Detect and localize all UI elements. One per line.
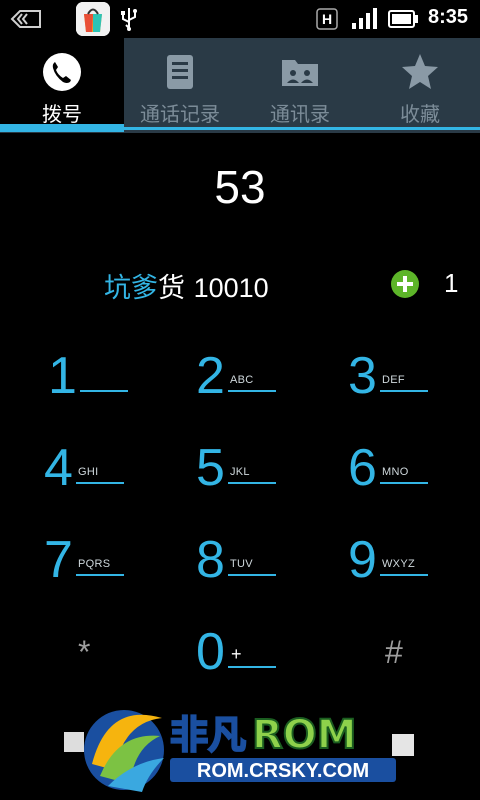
signal-icon	[352, 8, 377, 29]
key-symbol: #	[385, 634, 403, 670]
key-letters: +	[231, 644, 242, 664]
key-letters: GHI	[78, 466, 99, 478]
call-log-icon	[167, 55, 193, 89]
key-digit: 5	[196, 439, 225, 497]
key-underline	[380, 574, 428, 576]
key-9[interactable]: 9 WXYZ	[348, 530, 480, 616]
key-3[interactable]: 3 DEF	[348, 346, 480, 432]
key-underline	[228, 482, 276, 484]
key-digit: 8	[196, 531, 225, 589]
key-letters: JKL	[230, 466, 250, 478]
key-letters: PQRS	[78, 558, 111, 570]
key-letters: DEF	[382, 374, 405, 386]
key-digit: 4	[44, 439, 73, 497]
add-contact-icon[interactable]	[391, 270, 419, 298]
tab-contacts[interactable]: 通讯录	[238, 38, 362, 126]
app-store-icon	[76, 2, 110, 36]
key-underline	[228, 574, 276, 576]
battery-icon	[388, 10, 418, 28]
watermark-brand-en: ROM	[252, 712, 357, 758]
phone-icon	[43, 53, 81, 91]
key-underline	[380, 482, 428, 484]
suggestion-name-highlight: 坑爹	[104, 273, 158, 304]
key-5[interactable]: 5 JKL	[196, 438, 346, 524]
key-2[interactable]: 2 ABC	[196, 346, 346, 432]
key-7[interactable]: 7 PQRS	[44, 530, 194, 616]
key-symbol: *	[78, 634, 91, 670]
tab-dialpad[interactable]: 拨号	[0, 38, 124, 126]
watermark-brand-cn: 非凡	[170, 713, 246, 757]
key-underline	[380, 390, 428, 392]
status-bar: H 8:35	[0, 0, 480, 38]
key-digit: 2	[196, 347, 225, 405]
key-1[interactable]: 1	[48, 346, 198, 432]
back-arrow-icon[interactable]	[10, 9, 42, 29]
key-underline	[76, 482, 124, 484]
key-digit: 6	[348, 439, 377, 497]
key-underline	[228, 390, 276, 392]
key-underline	[228, 666, 276, 668]
key-underline	[80, 390, 128, 392]
match-count[interactable]: 1	[444, 268, 458, 299]
key-8[interactable]: 8 TUV	[196, 530, 346, 616]
contact-suggestion[interactable]: 坑爹货 10010	[104, 266, 269, 305]
key-digit: 9	[348, 531, 377, 589]
key-digit: 1	[48, 347, 77, 405]
tab-favorites[interactable]: 收藏	[358, 38, 480, 126]
active-tab-indicator	[0, 124, 124, 132]
key-letters: ABC	[230, 374, 254, 386]
key-letters: MNO	[382, 466, 409, 478]
key-digit: 7	[44, 531, 73, 589]
key-6[interactable]: 6 MNO	[348, 438, 480, 524]
tab-label: 拨号	[42, 102, 82, 126]
watermark-logo: 非凡 ROM ROM.CRSKY.COM	[84, 710, 396, 792]
key-4[interactable]: 4 GHI	[44, 438, 194, 524]
key-letters: WXYZ	[382, 558, 415, 570]
tab-label: 通话记录	[140, 102, 220, 126]
suggestion-name-rest: 货	[158, 273, 185, 304]
clock-time: 8:35	[428, 6, 469, 28]
dialer-tab-bar: 拨号 通话记录 通讯录 收藏	[0, 38, 480, 133]
usb-icon	[121, 8, 137, 31]
key-digit: 3	[348, 347, 377, 405]
star-icon	[402, 54, 438, 89]
watermark-url: ROM.CRSKY.COM	[197, 760, 369, 782]
key-digit: 0	[196, 623, 225, 681]
dialed-digits[interactable]: 53	[0, 160, 480, 214]
tab-call-log[interactable]: 通话记录	[118, 38, 242, 126]
key-letters: TUV	[230, 558, 253, 570]
suggestion-number: 10010	[193, 273, 269, 303]
key-underline	[76, 574, 124, 576]
tab-label: 收藏	[400, 102, 440, 126]
tab-label: 通讯录	[270, 102, 330, 126]
network-h-icon: H	[316, 8, 338, 30]
contacts-icon	[282, 60, 318, 86]
network-badge-label: H	[322, 11, 332, 27]
